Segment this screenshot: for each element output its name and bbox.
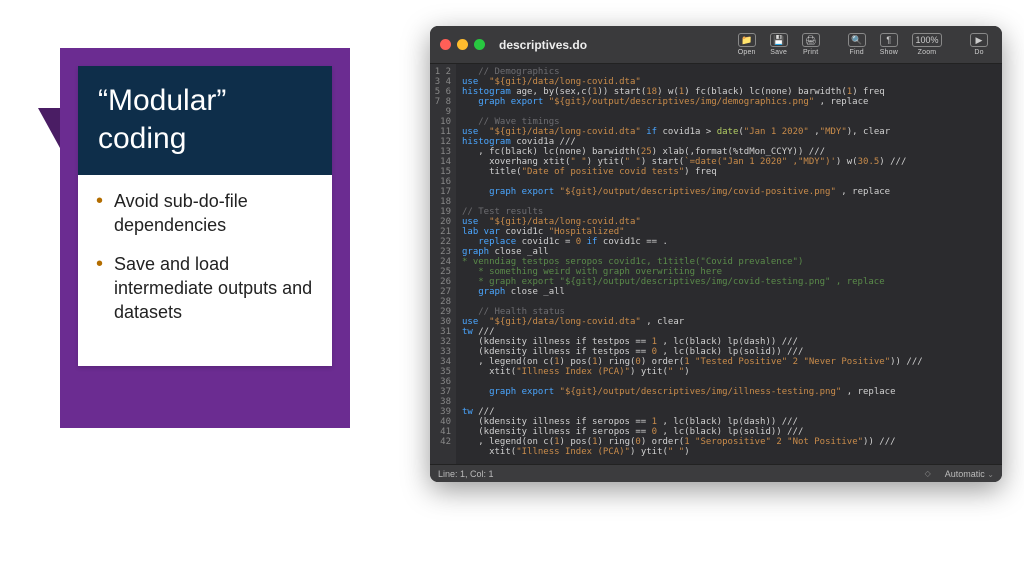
bullet-list: Avoid sub-do-file dependencies Save and … xyxy=(78,175,332,366)
print-icon: 🖨 xyxy=(802,33,820,47)
content-card: “Modular” coding Avoid sub-do-file depen… xyxy=(78,66,332,366)
chevron-down-icon: ⌄ xyxy=(987,470,994,479)
search-icon: 🔍 xyxy=(848,33,866,47)
ribbon-fold xyxy=(38,108,60,148)
cursor-position: Line: 1, Col: 1 xyxy=(438,469,494,479)
encoding-select[interactable]: Automatic ⌄ xyxy=(945,469,994,479)
find-button[interactable]: 🔍 Find xyxy=(844,31,870,58)
print-button[interactable]: 🖨 Print xyxy=(798,31,824,58)
chevron-icon[interactable]: ◇ xyxy=(925,469,931,478)
folder-icon: 📁 xyxy=(738,33,756,47)
editor-window: descriptives.do 📁 Open 💾 Save 🖨 Print 🔍 … xyxy=(430,26,1002,482)
window-controls xyxy=(440,39,485,50)
open-button[interactable]: 📁 Open xyxy=(734,31,760,58)
code-area[interactable]: 1 2 3 4 5 6 7 8 9 10 11 12 13 14 15 16 1… xyxy=(430,64,1002,464)
window-titlebar: descriptives.do 📁 Open 💾 Save 🖨 Print 🔍 … xyxy=(430,26,1002,64)
zoom-button[interactable]: 100% Zoom xyxy=(908,31,946,58)
save-icon: 💾 xyxy=(770,33,788,47)
maximize-icon[interactable] xyxy=(474,39,485,50)
show-button[interactable]: ¶ Show xyxy=(876,31,902,58)
zoom-level: 100% xyxy=(912,33,942,47)
show-icon: ¶ xyxy=(880,33,898,47)
bullet-item: Save and load intermediate outputs and d… xyxy=(96,252,314,325)
slide-title: “Modular” coding xyxy=(78,66,332,175)
close-icon[interactable] xyxy=(440,39,451,50)
toolbar: 📁 Open 💾 Save 🖨 Print 🔍 Find ¶ Show 100 xyxy=(734,31,992,58)
status-bar: Line: 1, Col: 1 ◇ Automatic ⌄ xyxy=(430,464,1002,482)
line-gutter: 1 2 3 4 5 6 7 8 9 10 11 12 13 14 15 16 1… xyxy=(430,64,456,464)
minimize-icon[interactable] xyxy=(457,39,468,50)
window-title: descriptives.do xyxy=(499,38,587,52)
bullet-item: Avoid sub-do-file dependencies xyxy=(96,189,314,238)
do-button[interactable]: ▶ Do xyxy=(966,31,992,58)
save-button[interactable]: 💾 Save xyxy=(766,31,792,58)
code-content[interactable]: // Demographics use "${git}/data/long-co… xyxy=(456,64,1002,464)
play-icon: ▶ xyxy=(970,33,988,47)
